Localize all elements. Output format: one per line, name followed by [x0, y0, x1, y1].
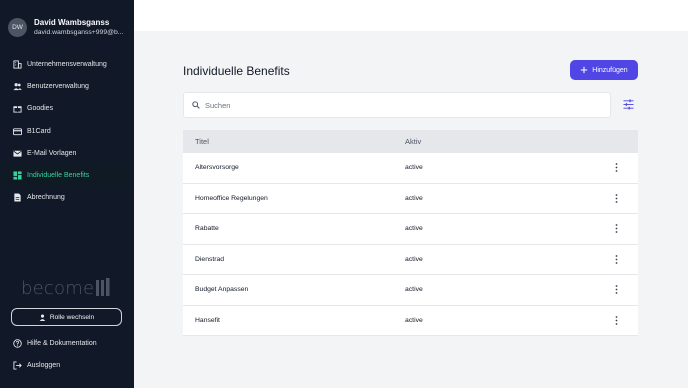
kebab-icon — [615, 163, 617, 173]
sidebar-item-individuelle-benefits[interactable]: Individuelle Benefits — [0, 164, 134, 187]
more-options-button[interactable] — [611, 162, 621, 174]
table-row[interactable]: Homeoffice Regelungen active — [183, 183, 638, 214]
sidebar-item-label: Unternehmensverwaltung — [27, 60, 107, 68]
become1-logo: become — [21, 278, 111, 301]
kebab-icon — [615, 224, 617, 234]
column-header-active[interactable]: Aktiv — [405, 137, 421, 146]
row-title: Dienstrad — [195, 255, 225, 263]
sidebar-item-label: Goodies — [27, 105, 54, 113]
avatar: DW — [8, 17, 27, 37]
help-icon — [13, 339, 22, 348]
sidebar-item-unternehmensverwaltung[interactable]: Unternehmensverwaltung — [0, 53, 134, 75]
sidebar-item-abrechnung[interactable]: Abrechnung — [0, 187, 134, 209]
plus-icon — [581, 66, 588, 74]
more-options-button[interactable] — [611, 223, 621, 235]
document-icon — [13, 193, 22, 202]
switch-role-label: Rolle wechseln — [49, 313, 95, 321]
add-button[interactable]: Hinzufügen — [570, 60, 638, 80]
table-row[interactable]: Hansefit active — [183, 305, 638, 336]
mail-icon — [13, 149, 22, 158]
kebab-icon — [615, 193, 617, 203]
building-icon — [13, 60, 22, 69]
sidebar-item-b1card[interactable]: B1Card — [0, 120, 134, 142]
tune-icon — [623, 99, 634, 110]
top-bar — [134, 0, 688, 31]
row-title: Rabatte — [195, 225, 219, 233]
row-status: active — [405, 255, 423, 263]
table-row[interactable]: Dienstrad active — [183, 244, 638, 275]
sidebar-item-label: E-Mail Vorlagen — [27, 149, 77, 157]
more-options-button[interactable] — [611, 284, 621, 296]
user-icon — [39, 314, 46, 321]
sidebar-item-label: Individuelle Benefits — [27, 172, 90, 180]
row-status: active — [405, 164, 423, 172]
row-status: active — [405, 316, 423, 324]
help-label: Hilfe & Dokumentation — [27, 340, 97, 347]
logout-label: Ausloggen — [27, 362, 61, 369]
benefits-table: Titel Aktiv Altersvorsorge active Homeof… — [183, 130, 638, 336]
row-title: Hansefit — [195, 316, 220, 324]
sidebar-item-label: Benutzerverwaltung — [27, 82, 89, 90]
gift-icon — [13, 104, 22, 113]
sidebar-item-label: Abrechnung — [27, 194, 65, 202]
user-name: David Wambsganss — [34, 17, 110, 27]
switch-role-button[interactable]: Rolle wechseln — [11, 308, 122, 326]
sidebar-nav: Unternehmensverwaltung Benutzerverwaltun… — [0, 53, 134, 209]
kebab-icon — [615, 315, 617, 325]
more-options-button[interactable] — [611, 253, 621, 265]
row-status: active — [405, 286, 423, 294]
user-email: david.wambsganss+999@b... — [34, 28, 124, 36]
row-title: Altersvorsorge — [195, 164, 239, 172]
row-status: active — [405, 225, 423, 233]
add-button-label: Hinzufügen — [592, 66, 628, 74]
table-row[interactable]: Altersvorsorge active — [183, 153, 638, 184]
more-options-button[interactable] — [611, 192, 621, 204]
search-icon — [192, 101, 200, 109]
row-title: Homeoffice Regelungen — [195, 194, 268, 202]
page-title: Individuelle Benefits — [183, 64, 290, 78]
table-row[interactable]: Budget Anpassen active — [183, 275, 638, 306]
card-icon — [13, 127, 22, 136]
column-header-title[interactable]: Titel — [183, 137, 405, 146]
users-icon — [13, 82, 22, 91]
table-header: Titel Aktiv — [183, 130, 638, 153]
filter-button[interactable] — [622, 98, 635, 111]
row-status: active — [405, 194, 423, 202]
search-field — [183, 92, 611, 118]
kebab-icon — [615, 254, 617, 264]
sidebar-item-label: B1Card — [27, 127, 51, 135]
more-options-button[interactable] — [611, 314, 621, 326]
logout-link[interactable]: Ausloggen — [13, 361, 60, 370]
row-title: Budget Anpassen — [195, 286, 249, 294]
sidebar: DW David Wambsganss david.wambsganss+999… — [0, 0, 134, 388]
kebab-icon — [615, 285, 617, 295]
help-link[interactable]: Hilfe & Dokumentation — [13, 339, 97, 348]
sidebar-item-email-vorlagen[interactable]: E-Mail Vorlagen — [0, 142, 134, 164]
sidebar-item-goodies[interactable]: Goodies — [0, 98, 134, 120]
user-profile[interactable]: DW David Wambsganss david.wambsganss+999… — [8, 16, 128, 38]
search-input[interactable] — [205, 100, 585, 110]
sidebar-item-benutzerverwaltung[interactable]: Benutzerverwaltung — [0, 75, 134, 97]
table-row[interactable]: Rabatte active — [183, 214, 638, 245]
grid-icon — [13, 171, 22, 180]
logout-icon — [13, 361, 22, 370]
